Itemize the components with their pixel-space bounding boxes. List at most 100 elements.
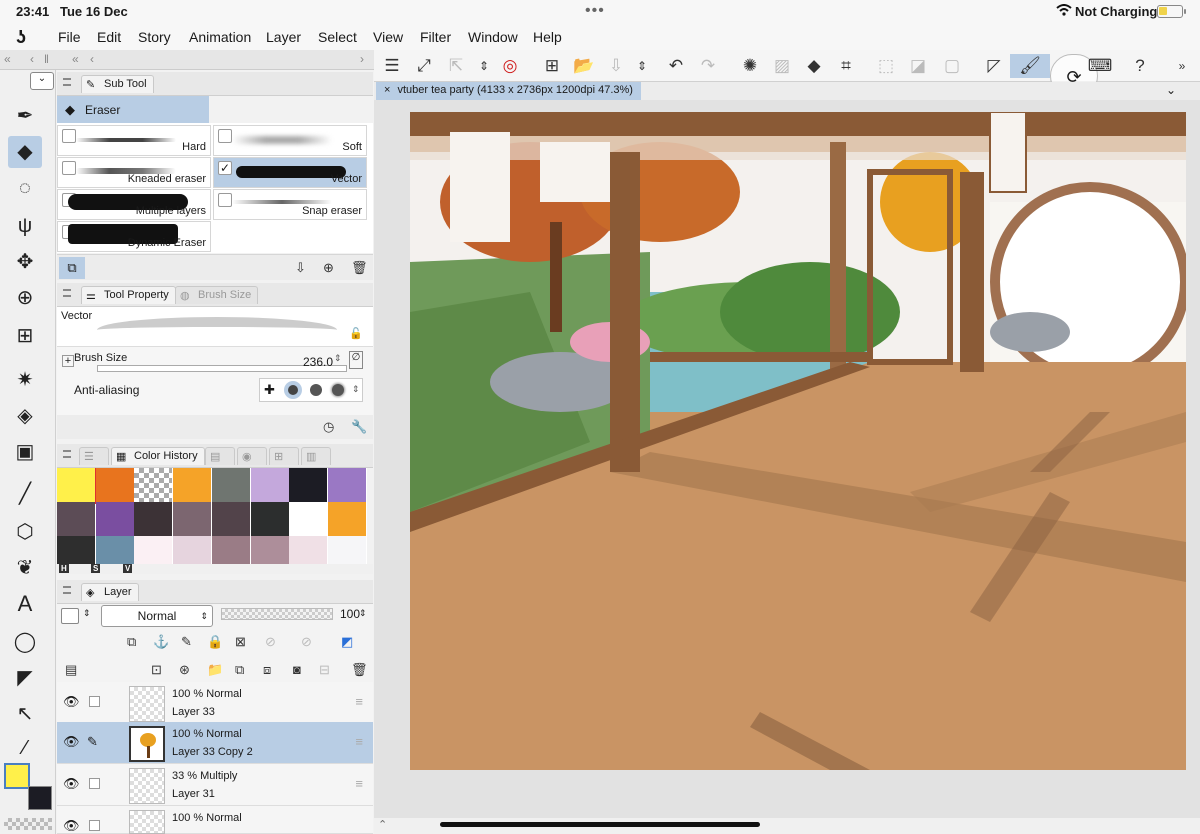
value-label[interactable]: V bbox=[123, 564, 133, 573]
operation-tool-icon[interactable]: ⊕ bbox=[8, 282, 42, 314]
blend-mode-select[interactable]: Normal ⇕ bbox=[101, 605, 213, 627]
tab-layer[interactable]: ◈ Layer bbox=[81, 583, 139, 601]
undo-icon[interactable]: ↶ bbox=[662, 54, 690, 78]
menu-file[interactable]: File bbox=[58, 29, 81, 45]
stepper-icon[interactable]: ⇕ bbox=[470, 54, 498, 78]
color-swatch[interactable] bbox=[250, 468, 289, 502]
lasso-tool-icon[interactable]: ◌ bbox=[8, 172, 42, 204]
opacity-slider[interactable] bbox=[221, 608, 333, 620]
layer-list-icon[interactable]: ▤ bbox=[65, 662, 77, 678]
redo-icon[interactable]: ↷ bbox=[694, 54, 722, 78]
decoration-tool-icon[interactable]: ❦ bbox=[8, 552, 42, 584]
companion-icon[interactable]: ◎ bbox=[496, 54, 524, 78]
hamburger-icon[interactable]: ☰ bbox=[378, 54, 406, 78]
panel-grip-icon[interactable] bbox=[63, 78, 71, 86]
brush-multiple-layers[interactable]: Multiple layers bbox=[57, 189, 211, 220]
color-swatch[interactable] bbox=[95, 468, 134, 502]
brush-hard[interactable]: Hard bbox=[57, 125, 211, 156]
layer-color-icon[interactable]: ◩ bbox=[341, 634, 353, 650]
invert-selection-icon[interactable]: ◪ bbox=[904, 54, 932, 78]
collapse-middle-icon[interactable]: « bbox=[72, 52, 79, 66]
layer-color-swatch[interactable] bbox=[61, 608, 79, 624]
sub-color-swatch[interactable] bbox=[28, 786, 52, 810]
eye-icon[interactable]: 👁 bbox=[63, 694, 80, 710]
reset-icon[interactable]: ◷ bbox=[323, 419, 334, 435]
tab-sub-view[interactable]: ▥ bbox=[301, 447, 331, 465]
stepper-icon[interactable]: ⇕ bbox=[352, 384, 360, 395]
mask-enable-icon[interactable]: ⊘ bbox=[265, 634, 276, 650]
drag-handle-icon[interactable]: ≡ bbox=[355, 694, 363, 709]
menu-window[interactable]: Window bbox=[468, 29, 518, 45]
menu-story[interactable]: Story bbox=[138, 29, 171, 45]
menu-select[interactable]: Select bbox=[318, 29, 357, 45]
tab-color-set[interactable]: ▤ bbox=[205, 447, 235, 465]
frame-tool-icon[interactable]: ◤ bbox=[8, 662, 42, 694]
move-tool-icon[interactable]: ✥ bbox=[8, 246, 42, 278]
chevron-left-icon[interactable]: ‹ bbox=[30, 52, 34, 66]
color-swatch[interactable] bbox=[57, 536, 95, 564]
tab-tool-property[interactable]: ⚌ Tool Property bbox=[81, 286, 176, 304]
panel-grip-icon[interactable] bbox=[63, 586, 71, 594]
splitter-icon[interactable]: ‖ bbox=[44, 52, 49, 66]
delete-subtool-icon[interactable]: 🗑 bbox=[351, 260, 368, 276]
menu-edit[interactable]: Edit bbox=[97, 29, 121, 45]
menu-animation[interactable]: Animation bbox=[189, 29, 251, 45]
create-mask-icon[interactable]: ◙ bbox=[293, 662, 301, 677]
delete-layer-icon[interactable]: 🗑 bbox=[351, 662, 368, 678]
subtool-group-eraser[interactable]: ◆ Eraser bbox=[57, 96, 209, 123]
expand-up-icon[interactable]: ⌃ bbox=[378, 818, 387, 831]
wrench-icon[interactable]: 🔧 bbox=[351, 419, 367, 435]
chevron-left-icon-2[interactable]: ‹ bbox=[90, 52, 94, 66]
ruler-tool-icon[interactable]: ↖ bbox=[8, 698, 42, 730]
layer-checkbox[interactable] bbox=[89, 778, 100, 789]
brush-checkbox[interactable] bbox=[62, 161, 76, 175]
brush-checkbox[interactable] bbox=[218, 129, 232, 143]
color-swatch[interactable] bbox=[250, 502, 289, 536]
multitask-dots-icon[interactable]: ••• bbox=[585, 2, 605, 20]
color-swatch[interactable] bbox=[134, 468, 173, 502]
layer-checkbox[interactable] bbox=[89, 820, 100, 831]
collapse-right-icon-2[interactable]: » bbox=[1168, 54, 1196, 78]
color-swatch[interactable] bbox=[327, 536, 366, 564]
clear-icon[interactable]: ▨ bbox=[768, 54, 796, 78]
brush-dynamic-eraser[interactable]: Dynamic Eraser bbox=[57, 221, 211, 252]
edit-mode-icon[interactable]: ◸ bbox=[980, 54, 1008, 78]
close-icon[interactable]: × bbox=[384, 84, 390, 96]
artwork-canvas[interactable] bbox=[410, 112, 1186, 770]
blend-tool-icon[interactable]: ψ bbox=[8, 210, 42, 242]
layer-row[interactable]: 👁 100 % Normal bbox=[57, 806, 373, 834]
anti-aliasing-selector[interactable]: ✚ ⇕ bbox=[259, 378, 363, 402]
loading-icon[interactable]: ✺ bbox=[736, 54, 764, 78]
keypad-icon[interactable]: ⌨ bbox=[1086, 54, 1114, 78]
expand-plus-icon[interactable]: + bbox=[62, 355, 74, 367]
fullscreen-icon[interactable]: ⤢ bbox=[410, 54, 438, 78]
tab-intermediate-color[interactable]: ◉ bbox=[237, 447, 267, 465]
eyedropper-tool-icon[interactable]: ⁄ bbox=[8, 732, 42, 764]
brush-vector[interactable]: ✓ Vector bbox=[213, 157, 367, 188]
color-swatch[interactable] bbox=[57, 468, 97, 504]
lock-icon[interactable]: 🔓 bbox=[349, 327, 363, 340]
stepper-icon[interactable]: ⇕ bbox=[334, 353, 342, 364]
stepper-icon[interactable]: ⇕ bbox=[628, 54, 656, 78]
menu-help[interactable]: Help bbox=[533, 29, 562, 45]
layer-row[interactable]: 👁 ✎ 100 % Normal Layer 33 Copy 2 ≡ bbox=[57, 722, 373, 764]
tab-approximate-color[interactable]: ⊞ bbox=[269, 447, 299, 465]
merge-layer-icon[interactable]: ⧈ bbox=[263, 662, 271, 678]
color-swatch[interactable] bbox=[173, 468, 212, 502]
transform-icon[interactable]: ⌗ bbox=[832, 54, 860, 78]
panel-grip-icon[interactable] bbox=[63, 450, 71, 458]
eye-icon[interactable]: 👁 bbox=[63, 776, 80, 792]
new-vector-layer-icon[interactable]: ⊛ bbox=[179, 662, 190, 678]
aa-medium-icon[interactable] bbox=[310, 384, 322, 396]
stepper-icon[interactable]: ⇕ bbox=[359, 608, 367, 619]
lock-layer-icon[interactable]: 🔒 bbox=[207, 634, 223, 650]
fill-icon[interactable]: ◆ bbox=[800, 54, 828, 78]
new-file-icon[interactable]: ⊞ bbox=[538, 54, 566, 78]
transparent-color-swatch[interactable] bbox=[4, 818, 52, 830]
deselect-icon[interactable]: ⬚ bbox=[872, 54, 900, 78]
color-swatch[interactable] bbox=[134, 502, 173, 536]
selection-border-icon[interactable]: ▢ bbox=[938, 54, 966, 78]
draft-layer-icon[interactable]: ✎ bbox=[181, 634, 192, 650]
brush-soft[interactable]: Soft bbox=[213, 125, 367, 156]
lock-transparent-icon[interactable]: ⊠ bbox=[235, 634, 246, 650]
